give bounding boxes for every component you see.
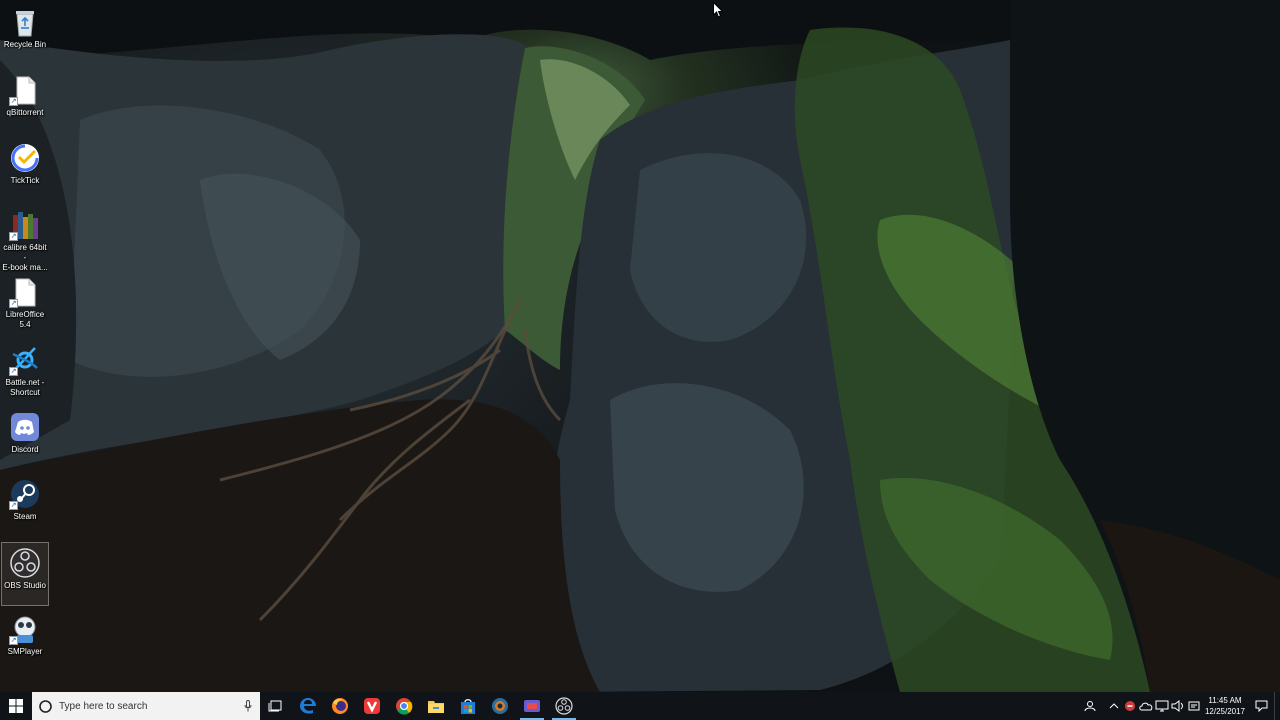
desktop-icon-qbittorrent[interactable]: ↗ qBittorrent [1,70,49,134]
firefox-icon [332,698,348,714]
desktop-icon-ticktick[interactable]: TickTick [1,138,49,202]
notification-icon [1255,700,1267,712]
people-icon[interactable] [1082,692,1098,720]
app-icon [492,698,508,714]
desktop-icon-label: TickTick [10,176,40,185]
shortcut-arrow-icon: ↗ [9,636,18,645]
desktop-icon-label: calibre 64bit - E-book ma... [2,243,48,272]
desktop-icon-label: LibreOffice 5.4 [5,310,45,329]
system-tray: 11:45 AM 12/25/2017 [1082,692,1280,720]
task-view-button[interactable] [260,692,292,720]
desktop-icon-steam[interactable]: ↗ Steam [1,474,49,538]
clock-date: 12/25/2017 [1204,707,1246,716]
desktop-icon-obs[interactable]: OBS Studio [1,542,49,606]
windows-logo-icon [9,699,23,713]
firefox-taskbar-button[interactable] [324,692,356,720]
mouse-cursor-icon [713,1,724,23]
battlenet-icon: ↗ [9,344,41,376]
chrome-taskbar-button[interactable] [388,692,420,720]
calibre-icon: ↗ [9,209,41,241]
volume-icon[interactable] [1170,692,1186,720]
desktop-wallpaper [0,0,1280,692]
desktop-icon-discord[interactable]: Discord [1,407,49,471]
desktop-icon-calibre[interactable]: ↗ calibre 64bit - E-book ma... [1,205,49,272]
discord-icon [9,411,41,443]
taskbar-clock[interactable]: 11:45 AM 12/25/2017 [1202,692,1248,720]
tray-app-icon[interactable] [1122,692,1138,720]
chrome-icon [396,698,413,715]
file-explorer-taskbar-button[interactable] [420,692,452,720]
desktop-icon-libreoffice[interactable]: ↗ LibreOffice 5.4 [1,272,49,336]
ticktick-icon [9,142,41,174]
search-placeholder: Type here to search [59,700,148,712]
obs-taskbar-button[interactable] [548,692,580,720]
language-indicator-icon[interactable] [1186,692,1202,720]
folder-icon [428,701,444,713]
network-icon[interactable] [1154,692,1170,720]
shortcut-arrow-icon: ↗ [9,232,18,241]
smplayer-icon: ↗ [9,613,41,645]
libreoffice-icon: ↗ [9,276,41,308]
shortcut-arrow-icon: ↗ [9,299,18,308]
task-view-icon [268,700,282,712]
shortcut-arrow-icon: ↗ [9,97,18,106]
obs-icon [555,697,573,715]
vivaldi-taskbar-button[interactable] [356,692,388,720]
edge-icon [300,698,316,714]
clock-time: 11:45 AM [1208,696,1242,705]
store-taskbar-button[interactable] [452,692,484,720]
edge-taskbar-button[interactable] [292,692,324,720]
desktop-icon-smplayer[interactable]: ↗ SMPlayer [1,609,49,673]
desktop-icon-label: SMPlayer [7,647,43,656]
desktop-icon-label: qBittorrent [6,108,44,117]
obs-icon [9,547,41,579]
cloud-sync-icon[interactable] [1138,692,1154,720]
app-taskbar-button[interactable] [484,692,516,720]
show-desktop-button[interactable] [1274,692,1280,720]
start-button[interactable] [0,692,32,720]
desktop-icon-label: Steam [13,512,37,521]
recycle-bin-icon [9,6,41,38]
vivaldi-icon [364,698,380,714]
desktop-icon-label: Battle.net - Shortcut [5,378,45,397]
qbittorrent-icon: ↗ [9,74,41,106]
show-hidden-icons-chevron-icon[interactable] [1106,692,1122,720]
desktop-icon-label: Recycle Bin [3,40,47,49]
taskbar-search-box[interactable]: Type here to search [32,692,260,720]
steam-icon: ↗ [9,478,41,510]
app-taskbar-button-running[interactable] [516,692,548,720]
action-center-button[interactable] [1248,692,1274,720]
shortcut-arrow-icon: ↗ [9,367,18,376]
desktop-icon-label: OBS Studio [4,581,46,590]
microphone-icon[interactable] [244,700,252,712]
shortcut-arrow-icon: ↗ [9,501,18,510]
taskbar: Type here to search 11:45 AM 12/25/2017 [0,692,1280,720]
desktop-icon-label: Discord [11,445,39,454]
desktop-icon-recycle-bin[interactable]: Recycle Bin [1,2,49,66]
app-icon [524,700,540,712]
cortana-circle-icon [39,699,52,713]
desktop-icon-battlenet[interactable]: ↗ Battle.net - Shortcut [1,340,49,404]
store-icon [461,699,475,714]
